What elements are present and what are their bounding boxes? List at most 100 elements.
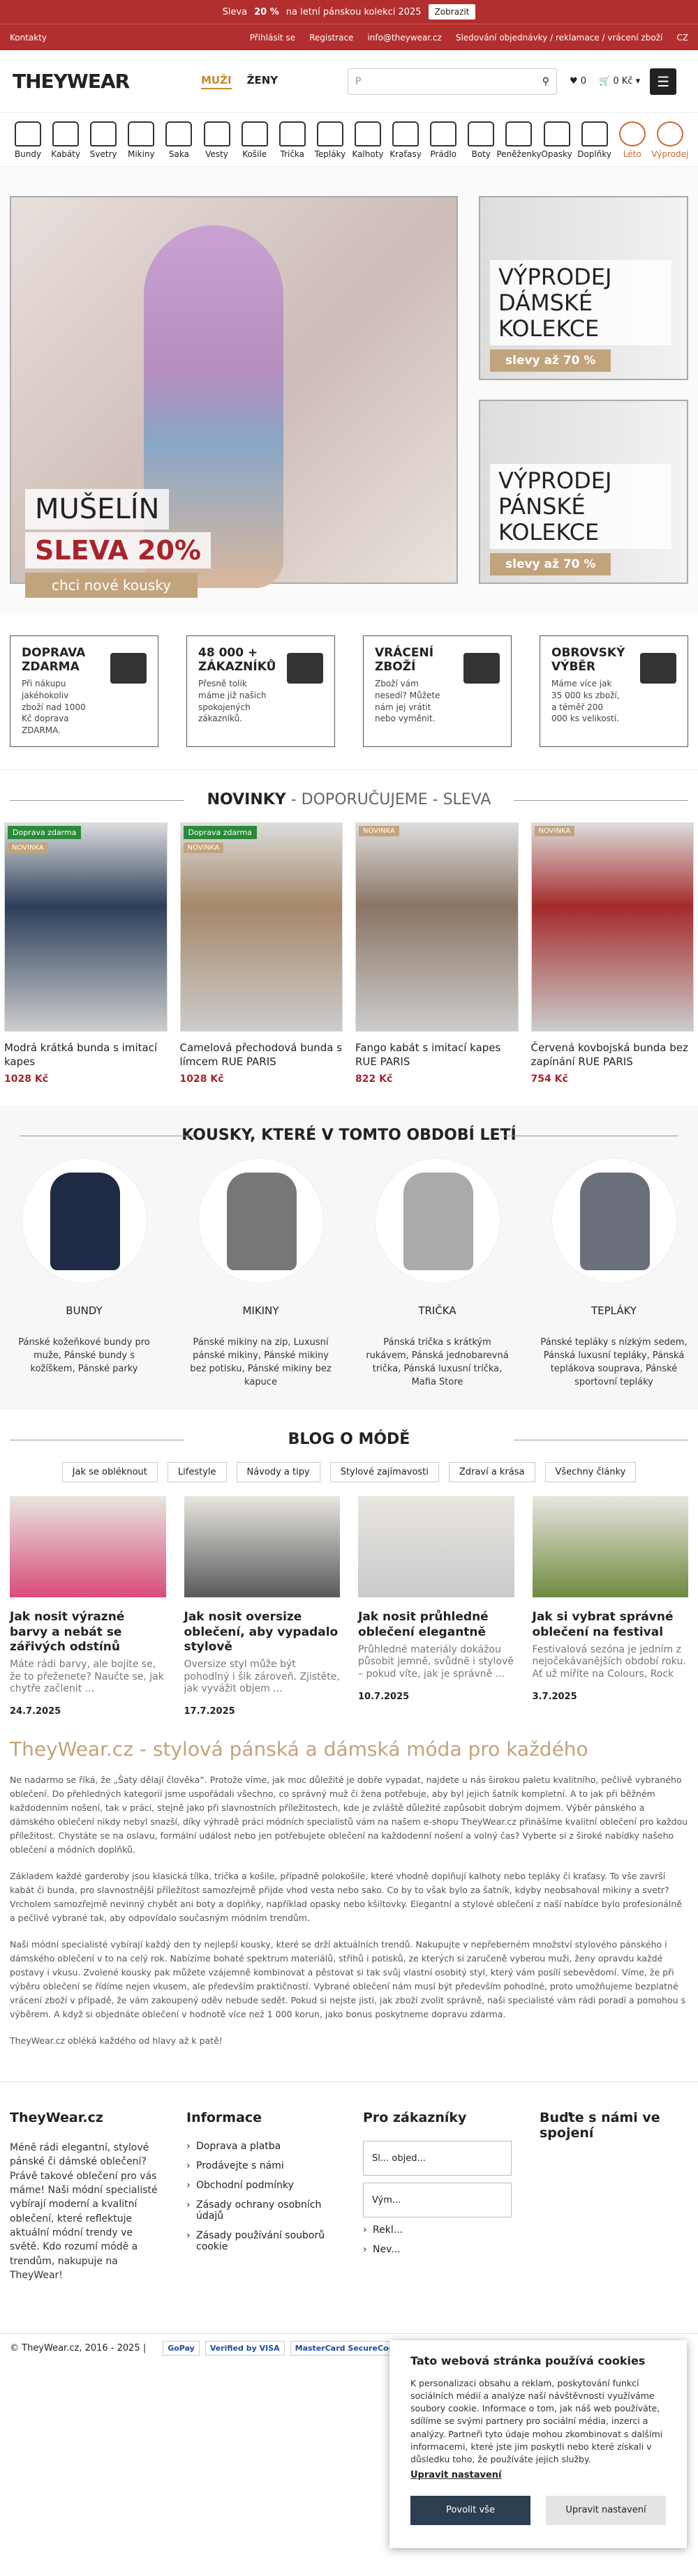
blog-title[interactable]: Jak si vybrat správné oblečení na festiv…: [533, 1610, 689, 1640]
product-image[interactable]: Doprava zdarma NOVINKA: [179, 822, 343, 1032]
product-image[interactable]: Doprava zdarma NOVINKA: [4, 822, 168, 1032]
category-3[interactable]: Mikiny: [123, 121, 159, 159]
category-0[interactable]: Bundy: [10, 121, 46, 159]
season-item[interactable]: BUNDY Pánské kožeňkové bundy pro muže, Pá…: [10, 1158, 158, 1389]
footer-link[interactable]: Doprava a platba: [186, 2141, 335, 2152]
search-input[interactable]: P ⚲: [348, 68, 557, 95]
language-select[interactable]: CZ: [676, 33, 688, 43]
product-name[interactable]: Červená kovbojská bunda bez zapínání RUE…: [531, 1041, 695, 1071]
women-sale-button[interactable]: slevy až 70 %: [490, 349, 611, 372]
footer-link[interactable]: Prodávejte s námi: [186, 2160, 335, 2171]
men-sale-button[interactable]: slevy až 70 %: [490, 553, 611, 575]
season-image[interactable]: [551, 1158, 677, 1283]
cookie-dialog: Tato webová stránka používá cookies K pe…: [389, 2340, 687, 2548]
cart-icon[interactable]: 🛒 0 Kč ▾: [599, 76, 640, 86]
category-17[interactable]: Výprodej: [651, 121, 688, 159]
category-7[interactable]: Trička: [274, 121, 311, 159]
hero-cta-button[interactable]: chci nové kousky: [25, 573, 198, 598]
category-9[interactable]: Kalhoty: [350, 121, 386, 159]
search-icon[interactable]: ⚲: [542, 76, 549, 87]
contacts-link[interactable]: Kontakty: [10, 33, 47, 43]
season-item[interactable]: TRIČKA Pánská trička s krátkým rukávem, P…: [363, 1158, 512, 1389]
season-name[interactable]: BUNDY: [10, 1304, 158, 1317]
category-12[interactable]: Boty: [463, 121, 499, 159]
cookie-accept-button[interactable]: Povolit vše: [410, 2495, 530, 2525]
season-name[interactable]: MIKINY: [186, 1304, 335, 1317]
blog-post[interactable]: Jak nosit výrazné barvy a nebát se zářiv…: [10, 1496, 166, 1717]
usp-text: Máme více jak 35 000 ks zboží, a téměř 2…: [551, 679, 620, 724]
free-shipping-badge: Doprava zdarma: [8, 826, 82, 839]
category-6[interactable]: Košile: [237, 121, 273, 159]
category-10[interactable]: Kraťasy: [387, 121, 424, 159]
blog-title[interactable]: Jak nosit oversize oblečení, aby vypadal…: [184, 1610, 341, 1655]
category-1[interactable]: Kabáty: [47, 121, 84, 159]
tab-doporucujeme[interactable]: - DOPORUČUJEME: [291, 791, 428, 808]
tab-novinky[interactable]: NOVINKY: [207, 791, 286, 808]
blog-post[interactable]: Jak nosit oversize oblečení, aby vypadal…: [184, 1496, 341, 1717]
footer-link[interactable]: Zásady ochrany osobních údajů: [186, 2199, 335, 2222]
blog-tab[interactable]: Zdraví a krása: [448, 1462, 535, 1483]
blog-post[interactable]: Jak si vybrat správné oblečení na festiv…: [532, 1496, 689, 1717]
product-card[interactable]: NOVINKA Červená kovbojská bunda bez zapín…: [530, 822, 695, 1085]
product-card[interactable]: Doprava zdarma NOVINKA Camelová přechodová…: [179, 822, 343, 1085]
season-image[interactable]: [198, 1158, 324, 1283]
logo[interactable]: THEYWEAR: [13, 70, 201, 93]
blog-title[interactable]: Jak nosit průhledné oblečení elegantně: [358, 1610, 514, 1640]
footer-link[interactable]: Zásady používání souborů cookie: [186, 2230, 335, 2252]
login-link[interactable]: Přihlásit se: [250, 33, 295, 43]
product-image[interactable]: NOVINKA: [530, 822, 694, 1032]
cookie-settings-link[interactable]: Upravit nastavení: [410, 2470, 666, 2480]
cookie-settings-button[interactable]: Upravit nastavení: [546, 2495, 666, 2525]
blog-tab[interactable]: Návody a tipy: [236, 1462, 320, 1483]
blog-image[interactable]: [532, 1496, 688, 1598]
product-name[interactable]: Camelová přechodová bunda s límcem RUE P…: [180, 1041, 343, 1071]
footer-exchange-box[interactable]: Vým...: [363, 2183, 512, 2218]
footer-link[interactable]: Nev...: [363, 2244, 512, 2255]
season-name[interactable]: TRIČKA: [363, 1304, 512, 1317]
footer-order-box[interactable]: Sl... objed...: [363, 2141, 512, 2176]
blog-tab[interactable]: Lifestyle: [167, 1462, 227, 1483]
category-label: Boty: [471, 149, 491, 159]
season-image[interactable]: [21, 1158, 147, 1283]
product-card[interactable]: Doprava zdarma NOVINKA Modrá krátká bunda …: [4, 822, 168, 1085]
season-name[interactable]: TEPLÁKY: [540, 1304, 688, 1317]
menu-icon[interactable]: ☰: [650, 68, 677, 95]
blog-post[interactable]: Jak nosit průhledné oblečení elegantně Pr…: [358, 1496, 514, 1717]
product-card[interactable]: NOVINKA Fango kabát s imitací kapes RUE P…: [355, 822, 519, 1085]
footer-link[interactable]: Obchodní podmínky: [186, 2180, 335, 2191]
wishlist-icon[interactable]: ♥ 0: [570, 76, 586, 86]
category-11[interactable]: Prádlo: [425, 121, 461, 159]
hero-banner[interactable]: MUŠELÍN SLEVA 20% chci nové kousky: [10, 196, 458, 598]
tab-sleva[interactable]: - SLEVA: [433, 791, 491, 808]
season-item[interactable]: TEPLÁKY Pánské tepláky s nízkým sedem, Pá…: [540, 1158, 688, 1389]
category-13[interactable]: Peněženky: [496, 121, 541, 159]
nav-men[interactable]: MUŽI: [201, 74, 232, 89]
blog-tab[interactable]: Stylové zajímavosti: [329, 1462, 439, 1483]
blog-image[interactable]: [10, 1496, 166, 1598]
footer-link[interactable]: Rekl...: [363, 2224, 512, 2236]
season-image[interactable]: [374, 1158, 500, 1283]
product-name[interactable]: Fango kabát s imitací kapes RUE PARIS: [355, 1041, 519, 1071]
blog-image[interactable]: [184, 1496, 340, 1598]
blog-title[interactable]: Jak nosit výrazné barvy a nebát se zářiv…: [10, 1610, 166, 1655]
men-sale-banner[interactable]: VÝPRODEJ PÁNSKÉ KOLEKCE slevy až 70 %: [479, 400, 688, 584]
blog-tab[interactable]: Všechny články: [544, 1462, 637, 1483]
nav-women[interactable]: ŽENY: [247, 74, 279, 89]
email-link[interactable]: info@theywear.cz: [367, 33, 441, 43]
women-sale-banner[interactable]: VÝPRODEJ DÁMSKÉ KOLEKCE slevy až 70 %: [479, 196, 688, 380]
blog-tab[interactable]: Jak se obléknout: [61, 1462, 158, 1483]
category-2[interactable]: Svetry: [85, 121, 121, 159]
category-8[interactable]: Tepláky: [312, 121, 348, 159]
category-16[interactable]: Léto: [614, 121, 651, 159]
season-item[interactable]: MIKINY Pánské mikiny na zip, Luxusní páns…: [186, 1158, 335, 1389]
category-5[interactable]: Vesty: [199, 121, 235, 159]
promo-show-button[interactable]: Zobrazit: [428, 4, 476, 20]
register-link[interactable]: Registrace: [309, 33, 353, 43]
category-14[interactable]: Opasky: [539, 121, 575, 159]
product-name[interactable]: Modrá krátká bunda s imitací kapes: [4, 1041, 168, 1071]
tracking-link[interactable]: Sledování objednávky / reklamace / vráce…: [456, 33, 663, 43]
blog-image[interactable]: [358, 1496, 514, 1598]
product-image[interactable]: NOVINKA: [355, 822, 519, 1032]
category-15[interactable]: Doplňky: [577, 121, 613, 159]
category-4[interactable]: Saka: [161, 121, 197, 159]
